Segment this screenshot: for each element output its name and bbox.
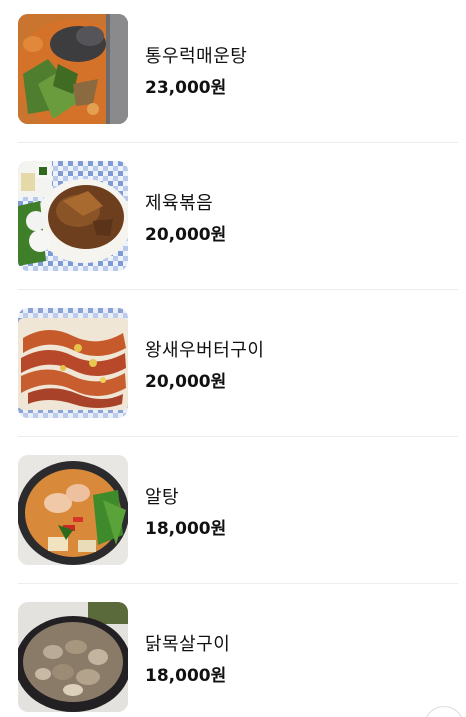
menu-item[interactable]: 알탕 18,000원 — [0, 441, 466, 588]
menu-item-name: 통우럭매운탕 — [145, 46, 248, 67]
menu-item-price: 18,000원 — [145, 666, 227, 686]
menu-item[interactable]: 제육볶음 20,000원 — [0, 147, 466, 294]
menu-item[interactable]: 통우럭매운탕 23,000원 — [0, 0, 466, 147]
divider — [18, 142, 458, 143]
butter-grilled-prawns-photo — [18, 308, 128, 418]
menu-item-photo[interactable] — [18, 14, 128, 124]
menu-list: 통우럭매운탕 23,000원 제육볶음 20,000원 왕새우버터구이 20,0… — [0, 0, 466, 717]
menu-item[interactable]: 왕새우버터구이 20,000원 — [0, 294, 466, 441]
menu-item-photo[interactable] — [18, 308, 128, 418]
menu-item-photo[interactable] — [18, 161, 128, 271]
stir-fried-pork-photo — [18, 161, 128, 271]
divider — [18, 436, 458, 437]
menu-item-photo[interactable] — [18, 455, 128, 565]
menu-item-name: 제육볶음 — [145, 193, 214, 214]
menu-item-name: 알탕 — [145, 487, 180, 508]
divider — [18, 583, 458, 584]
menu-item[interactable]: 닭목살구이 18,000원 — [0, 588, 466, 717]
menu-item-price: 20,000원 — [145, 225, 227, 245]
divider — [18, 289, 458, 290]
menu-item-price: 18,000원 — [145, 519, 227, 539]
menu-item-name: 닭목살구이 — [145, 634, 231, 655]
grilled-chicken-neck-photo — [18, 602, 128, 712]
menu-item-price: 23,000원 — [145, 78, 227, 98]
fish-roe-stew-photo — [18, 455, 128, 565]
menu-item-name: 왕새우버터구이 — [145, 340, 265, 361]
menu-item-photo[interactable] — [18, 602, 128, 712]
spicy-rockfish-stew-photo — [18, 14, 128, 124]
menu-item-price: 20,000원 — [145, 372, 227, 392]
